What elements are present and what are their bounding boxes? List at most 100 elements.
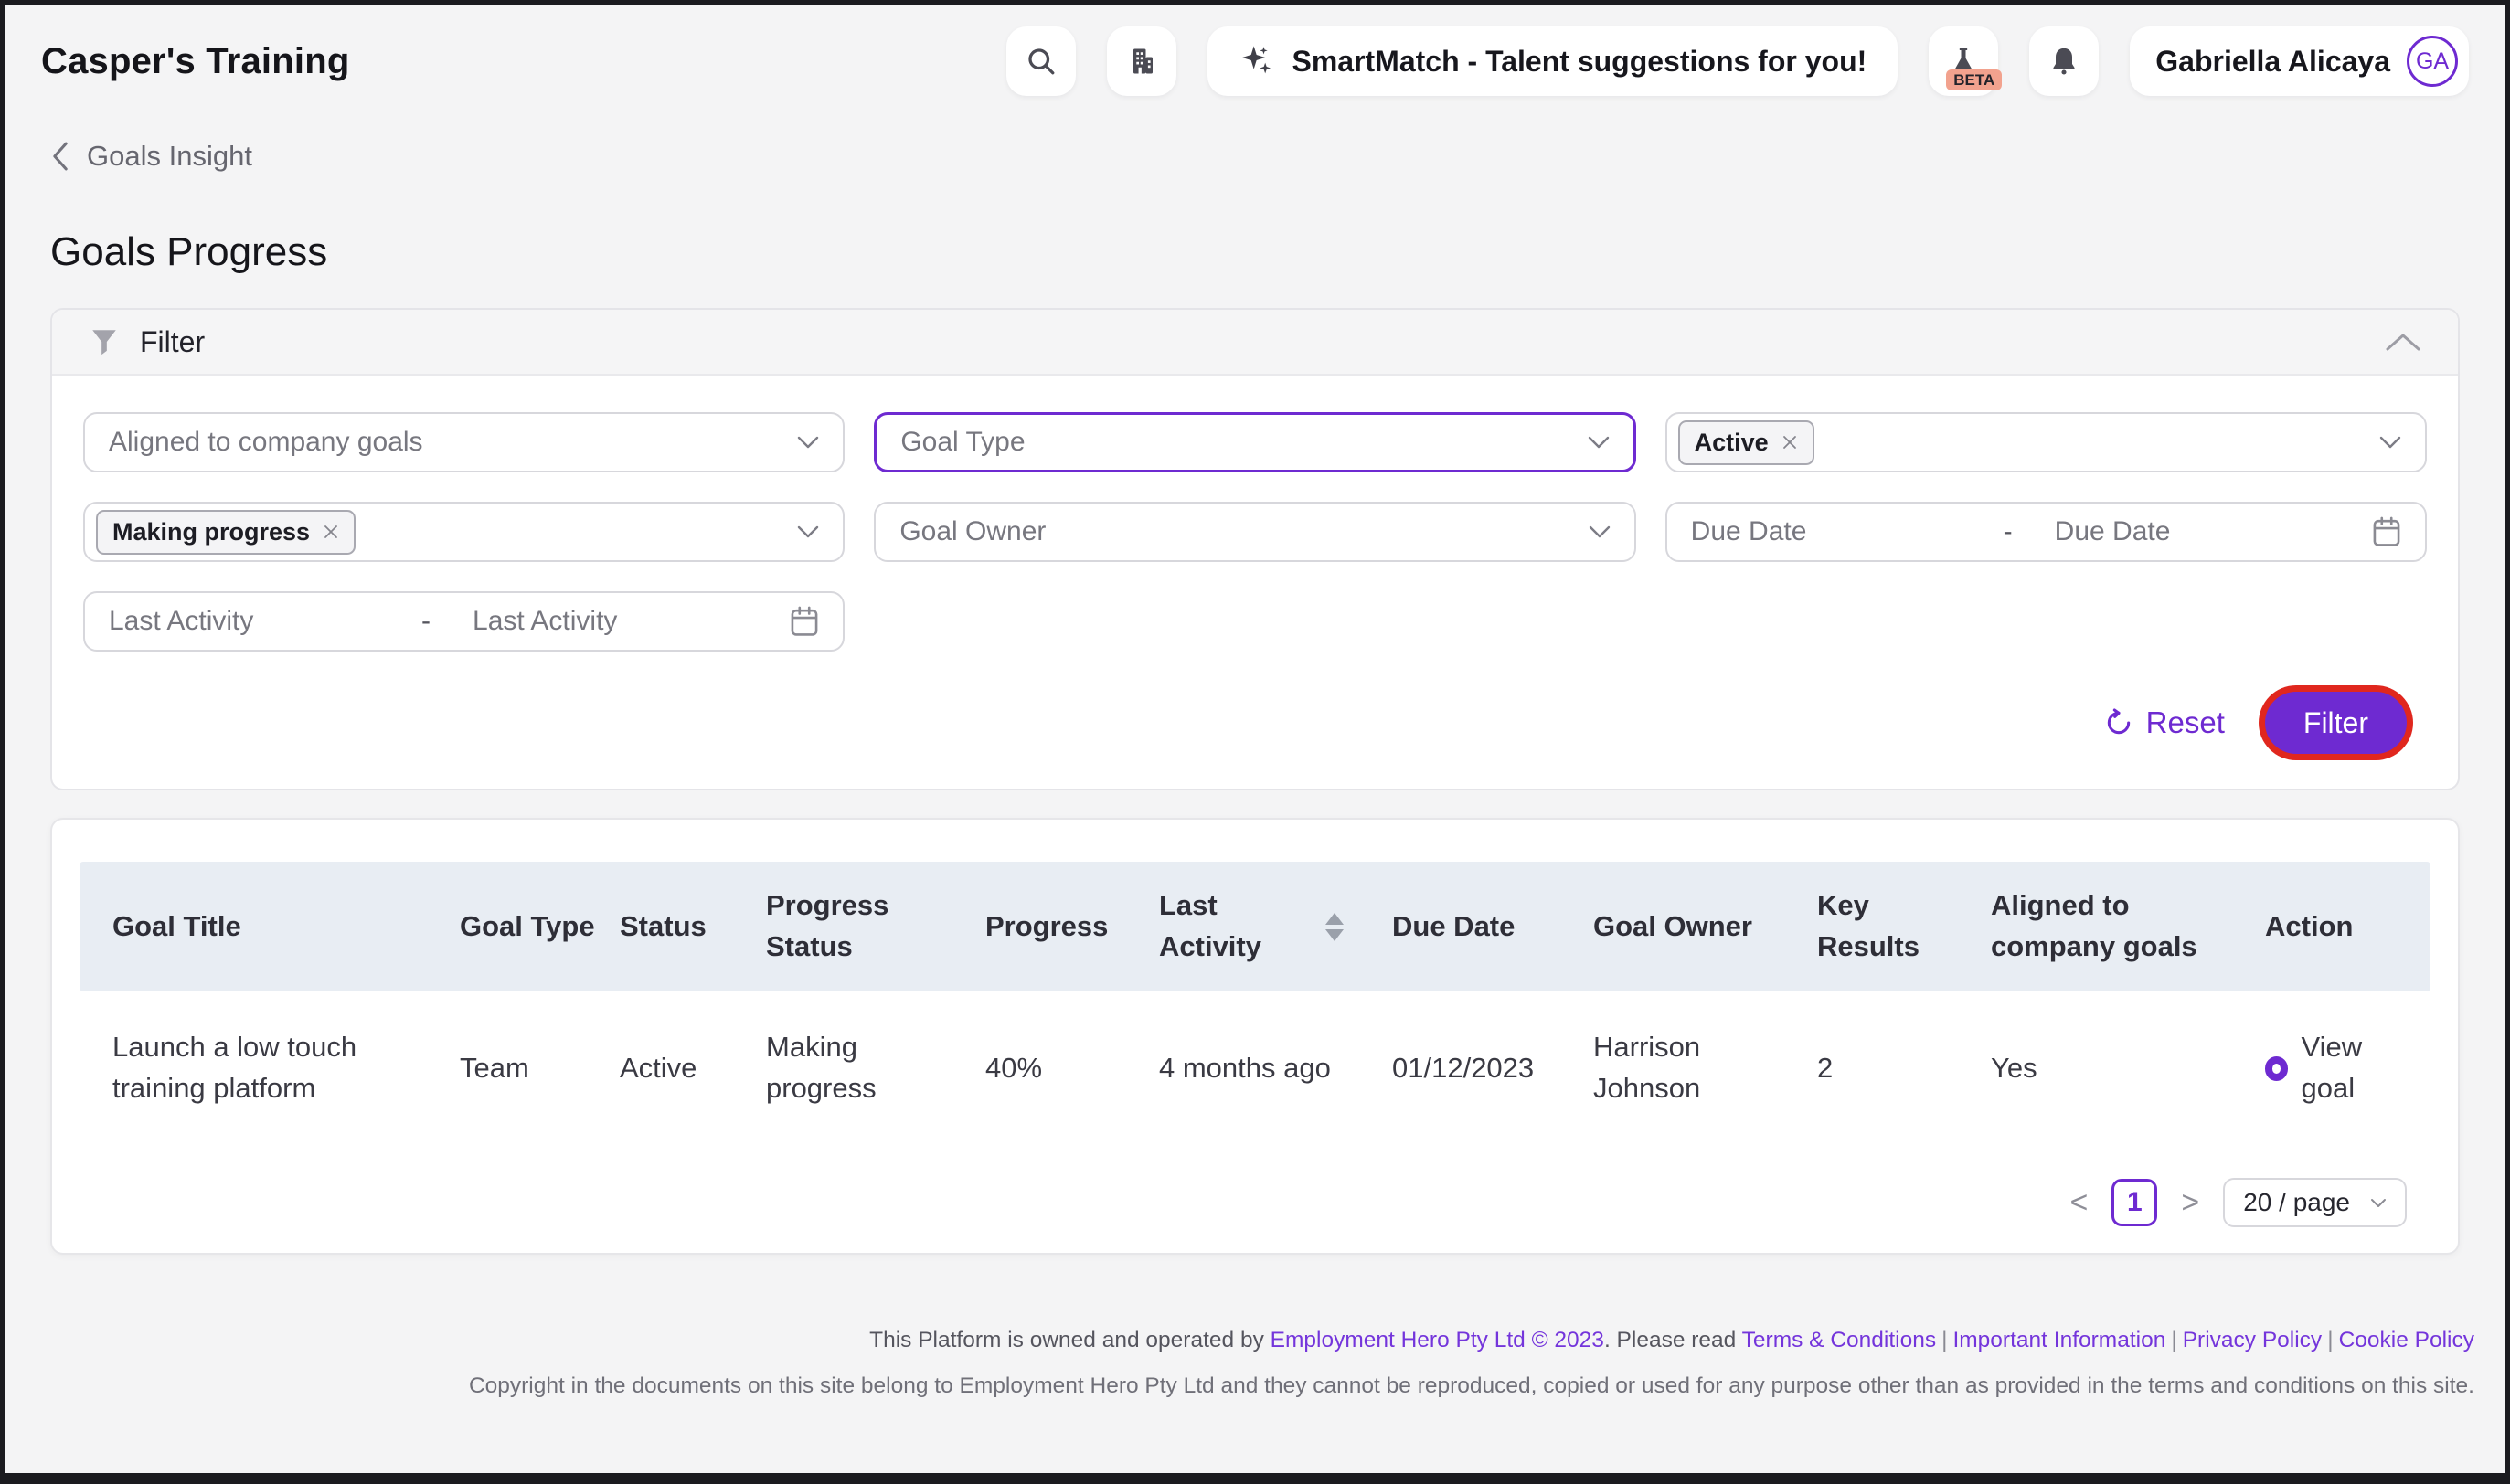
app-title: Casper's Training <box>41 41 349 82</box>
funnel-icon <box>89 326 120 357</box>
filter-panel-body: Aligned to company goals Goal Type Activ… <box>52 376 2458 789</box>
due-date-range-input[interactable]: Due Date - Due Date <box>1665 502 2427 562</box>
calendar-icon <box>2372 516 2401 547</box>
col-last-activity-label: Last Activity <box>1159 885 1314 968</box>
eye-icon <box>2265 1056 2288 1081</box>
footer-legal-line: This Platform is owned and operated by E… <box>5 1328 2474 1353</box>
page-size-select[interactable]: 20 / page <box>2223 1178 2407 1227</box>
view-goal-link[interactable]: View goal <box>2265 1027 2430 1109</box>
pagination: < 1 > 20 / page <box>80 1178 2430 1227</box>
cell-status: Active <box>620 1048 766 1089</box>
col-aligned: Aligned to company goals <box>1991 885 2265 968</box>
goals-table: Goal Title Goal Type Status Progress Sta… <box>80 862 2430 1145</box>
footer-separator: | <box>2327 1328 2333 1352</box>
aligned-select-placeholder: Aligned to company goals <box>109 427 797 458</box>
status-tag-label: Active <box>1695 429 1769 457</box>
filter-panel-header[interactable]: Filter <box>52 310 2458 376</box>
footer: This Platform is owned and operated by E… <box>5 1328 2505 1399</box>
cell-goal-type: Team <box>460 1048 620 1089</box>
cell-last-activity: 4 months ago <box>1159 1048 1392 1089</box>
privacy-policy-link[interactable]: Privacy Policy <box>2183 1328 2322 1352</box>
reset-icon <box>2104 708 2133 737</box>
footer-copyright-line: Copyright in the documents on this site … <box>5 1373 2474 1399</box>
beta-badge: BETA <box>1946 69 2002 90</box>
cell-key-results: 2 <box>1817 1048 1991 1089</box>
due-date-end-input[interactable]: Due Date <box>2055 516 2372 547</box>
due-date-start-input[interactable]: Due Date <box>1691 516 2004 547</box>
company-button[interactable] <box>1107 26 1176 96</box>
col-last-activity: Last Activity <box>1159 885 1392 968</box>
notifications-button[interactable] <box>2029 26 2099 96</box>
chevron-down-icon <box>1588 436 1610 449</box>
smartmatch-button[interactable]: SmartMatch - Talent suggestions for you! <box>1207 26 1898 96</box>
col-goal-owner: Goal Owner <box>1593 906 1817 948</box>
collapse-filter-button[interactable] <box>2385 332 2421 352</box>
remove-progress-status-tag-icon[interactable] <box>323 524 339 540</box>
chevron-down-icon <box>797 525 819 538</box>
goal-owner-select[interactable]: Goal Owner <box>874 502 1635 562</box>
reset-button[interactable]: Reset <box>2104 705 2225 740</box>
footer-text: . Please read <box>1604 1328 1742 1352</box>
next-page-button[interactable]: > <box>2181 1187 2199 1218</box>
user-name: Gabriella Alicaya <box>2155 45 2390 79</box>
goal-type-select[interactable]: Goal Type <box>874 412 1635 472</box>
sort-icon[interactable] <box>1325 913 1344 941</box>
last-activity-end-input[interactable]: Last Activity <box>473 606 790 637</box>
col-goal-title: Goal Title <box>112 906 460 948</box>
footer-separator: | <box>2171 1328 2176 1352</box>
current-page-button[interactable]: 1 <box>2111 1179 2157 1226</box>
sparkle-icon <box>1239 43 1275 80</box>
col-progress: Progress <box>985 906 1159 948</box>
col-action: Action <box>2265 906 2430 948</box>
company-link[interactable]: Employment Hero Pty Ltd © 2023 <box>1271 1328 1604 1352</box>
status-select[interactable]: Active <box>1665 412 2427 472</box>
search-icon <box>1025 45 1058 78</box>
user-menu[interactable]: Gabriella Alicaya GA <box>2130 26 2469 96</box>
app-window: Casper's Training <box>0 0 2510 1484</box>
view-goal-label: View goal <box>2301 1027 2407 1109</box>
chevron-down-icon <box>1589 525 1611 538</box>
last-activity-range-input[interactable]: Last Activity - Last Activity <box>83 591 845 652</box>
chevron-left-icon <box>48 141 72 172</box>
reset-label: Reset <box>2146 705 2225 740</box>
beta-labs-button[interactable]: BETA <box>1929 26 1998 96</box>
filter-panel: Filter Aligned to company goals <box>50 308 2460 790</box>
col-goal-type: Goal Type <box>460 906 620 948</box>
filter-panel-title: Filter <box>140 325 205 359</box>
col-progress-status: Progress Status <box>766 885 985 968</box>
page-size-value: 20 / page <box>2243 1188 2350 1217</box>
footer-text: This Platform is owned and operated by <box>869 1328 1271 1352</box>
date-range-separator: - <box>2004 516 2055 547</box>
remove-status-tag-icon[interactable] <box>1781 434 1798 450</box>
bell-icon <box>2047 45 2080 78</box>
goal-owner-placeholder: Goal Owner <box>899 516 1588 547</box>
calendar-icon <box>790 606 819 637</box>
aligned-to-company-goals-select[interactable]: Aligned to company goals <box>83 412 845 472</box>
breadcrumb-label: Goals Insight <box>87 140 252 173</box>
terms-link[interactable]: Terms & Conditions <box>1742 1328 1936 1352</box>
progress-status-tag-label: Making progress <box>112 518 310 546</box>
progress-status-select[interactable]: Making progress <box>83 502 845 562</box>
chevron-down-icon <box>2379 436 2401 449</box>
chevron-down-icon <box>2370 1198 2387 1208</box>
cell-due-date: 01/12/2023 <box>1392 1048 1593 1089</box>
prev-page-button[interactable]: < <box>2070 1187 2089 1218</box>
progress-status-selected-tag: Making progress <box>96 510 356 555</box>
goals-table-card: Goal Title Goal Type Status Progress Sta… <box>50 818 2460 1255</box>
important-information-link[interactable]: Important Information <box>1952 1328 2165 1352</box>
footer-separator: | <box>1941 1328 1947 1352</box>
filter-actions: Reset Filter <box>83 692 2427 754</box>
col-due-date: Due Date <box>1392 906 1593 948</box>
table-header-row: Goal Title Goal Type Status Progress Sta… <box>80 862 2430 991</box>
cell-goal-title: Launch a low touch training platform <box>112 1027 460 1109</box>
goal-type-placeholder: Goal Type <box>900 427 1587 458</box>
cookie-policy-link[interactable]: Cookie Policy <box>2339 1328 2474 1352</box>
date-range-separator: - <box>421 606 473 637</box>
building-icon <box>1125 45 1158 78</box>
filter-button[interactable]: Filter <box>2265 692 2407 754</box>
col-status: Status <box>620 906 766 948</box>
breadcrumb[interactable]: Goals Insight <box>48 140 2505 173</box>
last-activity-start-input[interactable]: Last Activity <box>109 606 421 637</box>
search-button[interactable] <box>1006 26 1076 96</box>
smartmatch-label: SmartMatch - Talent suggestions for you! <box>1292 45 1867 79</box>
